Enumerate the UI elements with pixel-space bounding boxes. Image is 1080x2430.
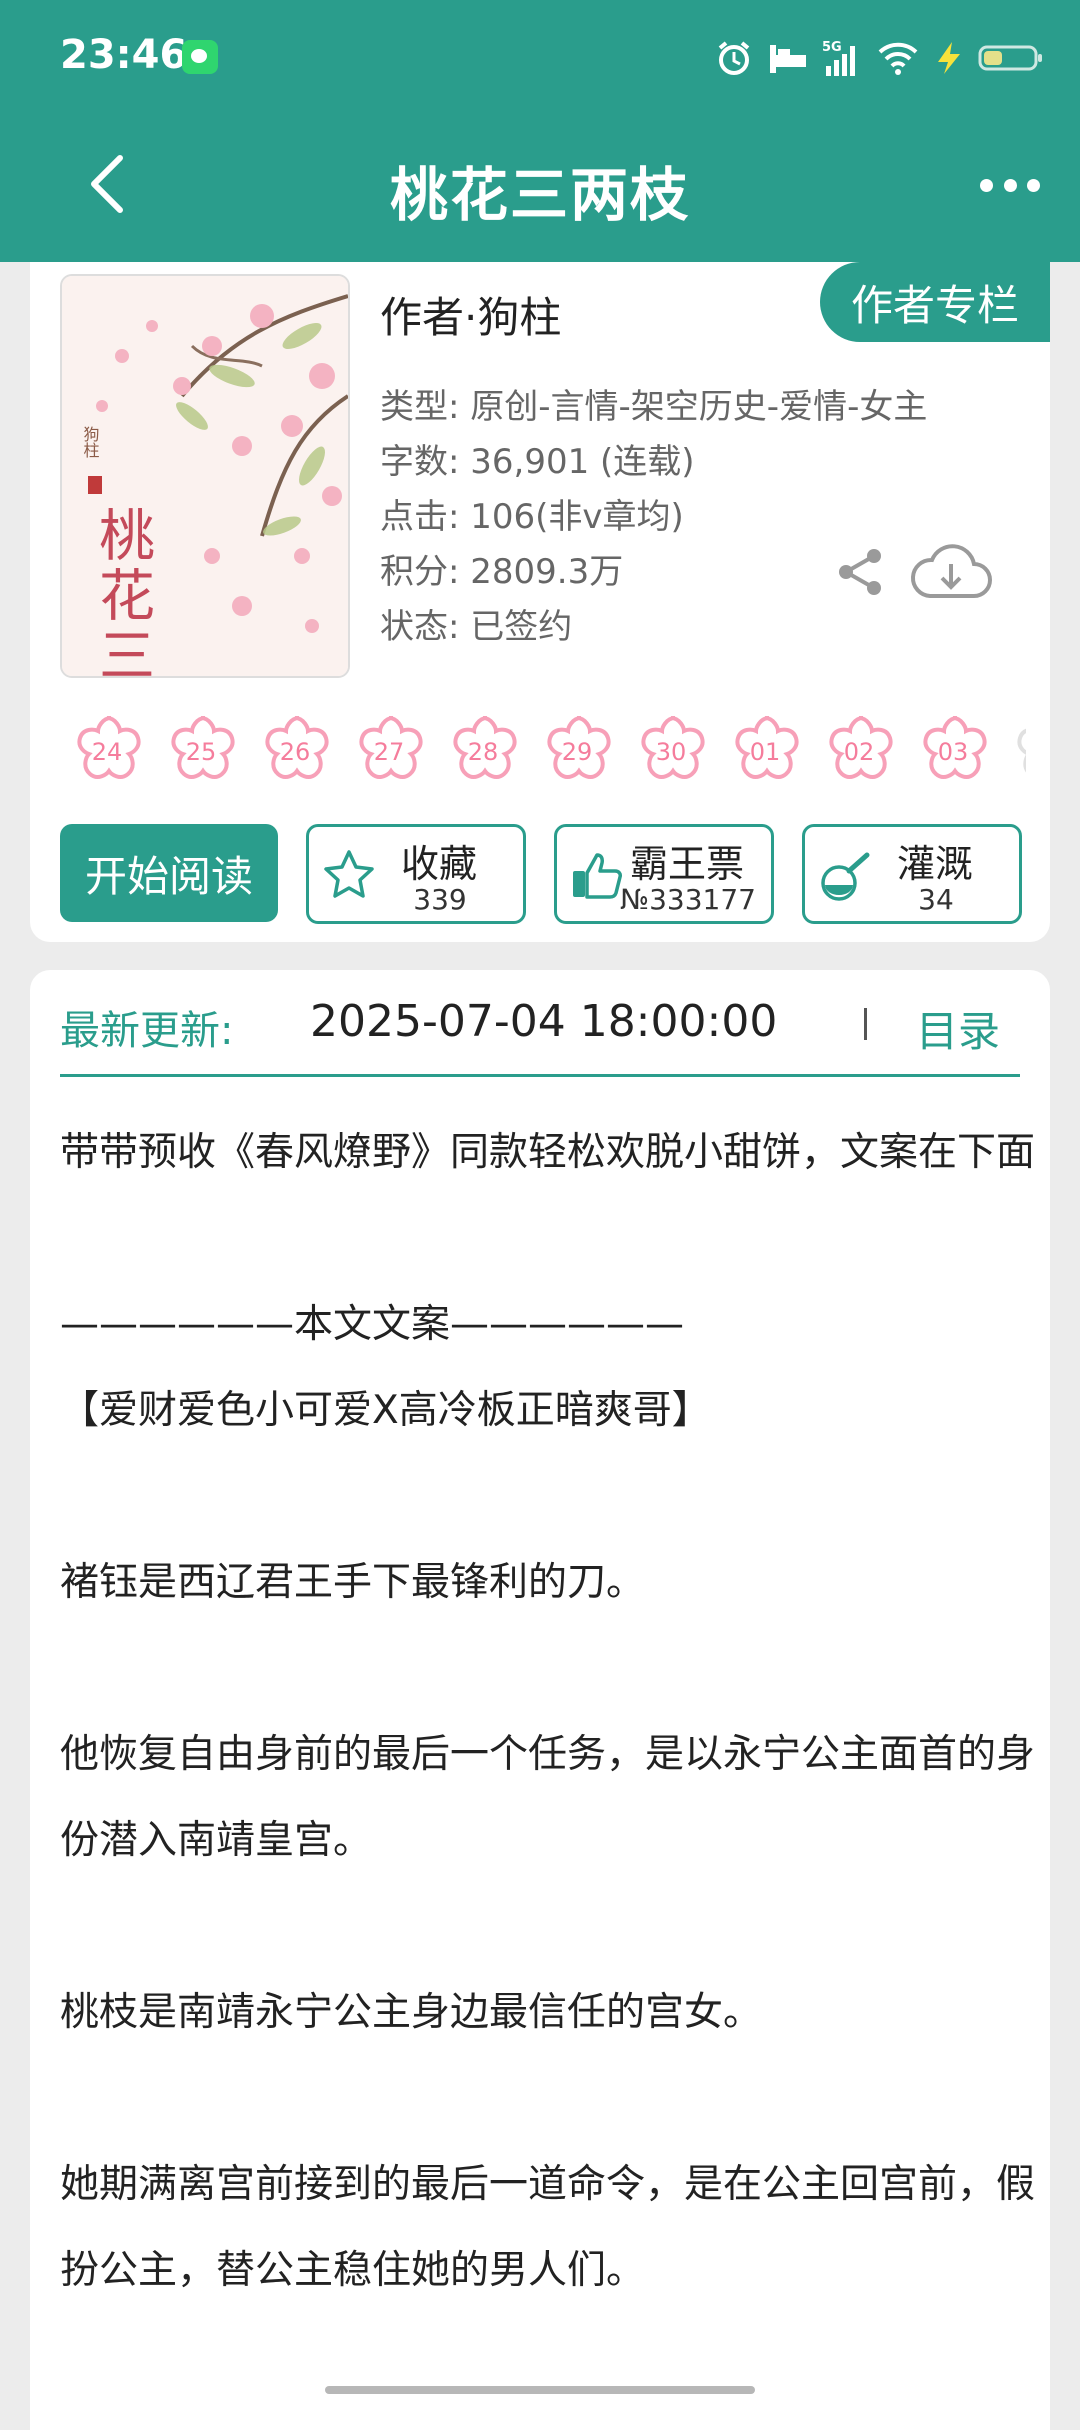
book-info-card: 狗柱 桃花三两枝 作者·狗柱 作者专栏 类型: 原创-言情-架空历史-爱情-女主… <box>30 262 1050 942</box>
app-header: 23:46 5G 桃花三两枝 <box>0 0 1080 262</box>
calendar-day[interactable]: 01 <box>724 712 806 794</box>
calendar-day[interactable]: 03 <box>912 712 994 794</box>
latest-update-date[interactable]: 2025-07-04 18:00:00 <box>310 996 777 1047</box>
home-indicator[interactable] <box>325 2386 755 2394</box>
author-line[interactable]: 作者·狗柱 <box>380 284 561 345</box>
bawang-ticket-button[interactable]: 霸王票 №333177 <box>554 824 774 924</box>
description-paragraph: 他恢复自由身前的最后一个任务，是以永宁公主面首的身份潜入南靖皇宫。 <box>60 1732 1036 1863</box>
divider <box>864 1008 867 1040</box>
calendar-day[interactable]: 30 <box>630 712 712 794</box>
description-paragraph: 带带预收《春风燎野》同款轻松欢脱小甜饼，文案在下面 <box>60 1130 1036 1175</box>
calendar-day[interactable]: 25 <box>160 712 242 794</box>
favorite-count: 339 <box>413 883 467 916</box>
calendar-day[interactable]: 26 <box>254 712 336 794</box>
meta-word-count: 字数: 36,901 (连载) <box>380 442 695 482</box>
book-meta: 类型: 原创-言情-架空历史-爱情-女主 字数: 36,901 (连载) 点击:… <box>380 380 927 655</box>
description-paragraph <box>60 1626 1040 1712</box>
bawang-count: №333177 <box>619 883 756 916</box>
latest-update-label: 最新更新: <box>60 1008 234 1054</box>
cover-title-text: 桃花三两枝 <box>90 506 155 676</box>
table-of-contents-link[interactable]: 目录 <box>916 998 1000 1059</box>
bed-icon <box>770 45 806 73</box>
calendar-day[interactable]: 24 <box>66 712 148 794</box>
book-description: 带带预收《春风燎野》同款轻松欢脱小甜饼，文案在下面 ——————本文文案————… <box>60 1110 1040 2314</box>
meta-status: 状态: 已签约 <box>380 607 573 647</box>
irrigate-count: 34 <box>918 883 954 916</box>
calendar-day[interactable]: 02 <box>818 712 900 794</box>
description-card: 最新更新: 2025-07-04 18:00:00 目录 带带预收《春风燎野》同… <box>30 970 1050 2430</box>
description-paragraph <box>60 1454 1040 1540</box>
notification-app-icon <box>182 40 218 74</box>
irrigate-button[interactable]: 灌溉 34 <box>802 824 1022 924</box>
more-menu-icon[interactable] <box>980 168 1040 202</box>
cover-art: 狗柱 桃花三两枝 <box>62 276 348 676</box>
description-paragraph <box>60 2056 1040 2142</box>
charging-icon <box>938 42 960 74</box>
favorite-button[interactable]: 收藏 339 <box>306 824 526 924</box>
update-calendar: 24 25 26 27 28 29 30 01 02 03 <box>66 712 1026 802</box>
share-icon[interactable] <box>836 546 886 598</box>
page-title: 桃花三两枝 <box>389 161 690 229</box>
status-time: 23:46 <box>60 32 188 78</box>
description-paragraph <box>60 1196 1040 1282</box>
calendar-day[interactable]: 28 <box>442 712 524 794</box>
description-paragraph: ——————本文文案—————— <box>60 1302 685 1347</box>
signal-icon: 5G <box>822 40 855 76</box>
description-paragraph <box>60 1884 1040 1970</box>
favorite-label: 收藏 <box>400 842 477 886</box>
bawang-label: 霸王票 <box>629 842 744 886</box>
calendar-day-partial <box>1006 712 1026 794</box>
cloud-download-icon[interactable] <box>910 540 992 604</box>
wifi-icon <box>878 42 918 75</box>
description-paragraph: 桃枝是南靖永宁公主身边最信任的宫女。 <box>60 1990 763 2035</box>
network-label: 5G <box>822 40 842 55</box>
meta-clicks: 点击: 106(非v章均) <box>380 497 684 537</box>
divider-line <box>60 1074 1020 1077</box>
description-paragraph: 【爱财爱色小可爱X高冷板正暗爽哥】 <box>60 1388 711 1433</box>
calendar-day[interactable]: 29 <box>536 712 618 794</box>
book-cover[interactable]: 狗柱 桃花三两枝 <box>60 274 350 678</box>
alarm-icon <box>718 41 750 75</box>
calendar-day[interactable]: 27 <box>348 712 430 794</box>
irrigate-label: 灌溉 <box>896 842 973 886</box>
cover-author-text: 狗柱 <box>81 426 100 458</box>
start-reading-button[interactable]: 开始阅读 <box>60 824 278 922</box>
author-column-button[interactable]: 作者专栏 <box>820 262 1050 342</box>
description-paragraph: 她期满离宫前接到的最后一道命令，是在公主回宫前，假扮公主，替公主稳住她的男人们。 <box>60 2162 1036 2293</box>
status-icons: 5G <box>714 30 1044 86</box>
battery-icon <box>978 45 1042 71</box>
description-paragraph: 褚钰是西辽君王手下最锋利的刀。 <box>60 1560 646 1605</box>
meta-genre: 类型: 原创-言情-架空历史-爱情-女主 <box>380 387 928 427</box>
